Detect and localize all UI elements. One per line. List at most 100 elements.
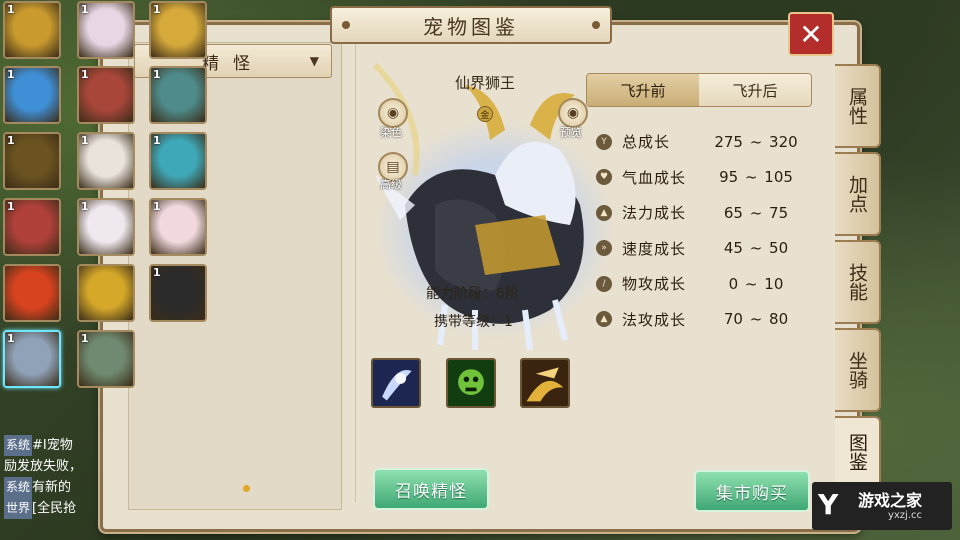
tab-label: 加点 xyxy=(846,175,868,213)
pet-slot-count: 1 xyxy=(7,134,15,147)
pet-slot[interactable] xyxy=(77,264,135,322)
pet-slot[interactable]: 1 xyxy=(77,132,135,190)
eye-icon: ◉ xyxy=(386,105,400,121)
tab-attributes[interactable]: 属性 xyxy=(835,64,881,148)
stat-value: 70 ~ 80 xyxy=(723,310,789,329)
stat-label: 物攻成长 xyxy=(622,275,687,294)
page-indicator xyxy=(243,485,250,492)
pet-slot[interactable]: 1 xyxy=(3,66,61,124)
chat-line: 世界 [全民抢 xyxy=(4,498,114,519)
pet-slot[interactable]: 1 xyxy=(149,1,207,59)
chevron-down-icon: ▼ xyxy=(309,54,319,68)
stat-row: / 物攻成长 0 ~ 10 xyxy=(596,266,816,302)
pet-info: 能力阶段：6阶 携带等级：1 xyxy=(400,280,560,336)
stat-row: ♥ 气血成长 95 ~ 105 xyxy=(596,160,816,196)
tab-skills[interactable]: 技能 xyxy=(835,240,881,324)
pet-portrait xyxy=(5,266,59,320)
tab-codex[interactable]: 图鉴 xyxy=(835,416,881,488)
pet-slot[interactable]: 1 xyxy=(77,198,135,256)
pet-slot[interactable]: 1 xyxy=(149,132,207,190)
stat-label: 总成长 xyxy=(622,133,671,152)
skill-slot[interactable] xyxy=(520,358,570,408)
ability-value: 6阶 xyxy=(496,286,519,302)
tab-after-ascension[interactable]: 飞升后 xyxy=(699,74,811,106)
pet-slot-count: 1 xyxy=(81,200,89,213)
market-buy-button[interactable]: 集市购买 xyxy=(694,470,810,512)
preview-label: 预览 xyxy=(560,126,582,139)
pet-slot-count: 1 xyxy=(81,332,89,345)
carry-value: 1 xyxy=(504,314,513,330)
pet-slot[interactable]: 1 xyxy=(149,264,207,322)
pet-slot-count: 1 xyxy=(153,68,161,81)
stat-icon: ▲ xyxy=(596,204,612,221)
tab-label: 坐骑 xyxy=(846,351,868,389)
site-url: yxzj.cc xyxy=(887,509,923,521)
grade-badge: 金 xyxy=(477,106,493,122)
pet-slot[interactable] xyxy=(3,264,61,322)
pet-slot[interactable]: 1 xyxy=(77,66,135,124)
bio-label: 高级 xyxy=(380,178,402,191)
tab-points[interactable]: 加点 xyxy=(835,152,881,236)
pet-slot-count: 1 xyxy=(153,266,161,279)
stat-icon: ▲ xyxy=(596,311,612,328)
pet-slot-count: 1 xyxy=(7,200,15,213)
chat-log[interactable]: 系统 #I宠物 励发放失败， 系统 有新的 世界 [全民抢 xyxy=(4,435,114,519)
pet-slot-count: 1 xyxy=(7,68,15,81)
pet-slot[interactable]: 1 xyxy=(3,198,61,256)
stat-value: 45 ~ 50 xyxy=(723,239,789,258)
close-button[interactable]: ✕ xyxy=(788,12,834,56)
stat-icon: / xyxy=(596,275,612,292)
panel-title: 宠物图鉴 xyxy=(330,6,612,44)
ascension-tabs: 飞升前 飞升后 xyxy=(586,73,812,107)
carry-label: 携带等级： xyxy=(434,314,504,330)
chat-line: 系统 有新的 xyxy=(4,477,114,498)
pet-slot-count: 1 xyxy=(7,332,15,345)
pet-slot-count: 1 xyxy=(81,3,89,16)
summon-button[interactable]: 召唤精怪 xyxy=(373,468,489,510)
stat-row: Y 总成长 275 ~ 320 xyxy=(596,124,816,160)
site-watermark: Y 游戏之家 yxzj.cc xyxy=(812,482,952,530)
site-name: 游戏之家 xyxy=(858,490,923,510)
pet-slot-count: 1 xyxy=(81,134,89,147)
skill-slot[interactable] xyxy=(371,358,421,408)
tab-label: 图鉴 xyxy=(846,433,868,471)
tab-mount[interactable]: 坐骑 xyxy=(835,328,881,412)
pet-slot-count: 1 xyxy=(81,68,89,81)
stat-icon: Y xyxy=(596,133,612,150)
pet-slot[interactable]: 1 xyxy=(3,1,61,59)
stat-label: 速度成长 xyxy=(622,239,687,258)
pet-portrait xyxy=(79,266,133,320)
category-selected: 精怪 xyxy=(202,53,264,74)
pet-name: 仙界狮王 xyxy=(454,74,515,92)
ability-label: 能力阶段： xyxy=(426,286,496,302)
pet-slot[interactable]: 1 xyxy=(3,132,61,190)
stat-row: ▲ 法力成长 65 ~ 75 xyxy=(596,195,816,231)
stat-label: 气血成长 xyxy=(622,168,687,187)
stat-row: » 速度成长 45 ~ 50 xyxy=(596,231,816,267)
stat-label: 法攻成长 xyxy=(622,310,687,329)
pet-slot[interactable]: 1 xyxy=(3,330,61,388)
pet-slot[interactable]: 1 xyxy=(77,330,135,388)
growth-stats: Y 总成长 275 ~ 320 ♥ 气血成长 95 ~ 105 ▲ 法力成长 65 ~ 75 » 速… xyxy=(596,124,816,337)
stat-icon: ♥ xyxy=(596,169,612,186)
pet-slot[interactable]: 1 xyxy=(149,198,207,256)
scroll-icon: ▤ xyxy=(386,159,400,175)
dye-label: 染色 xyxy=(380,126,402,139)
chat-line: 励发放失败， xyxy=(4,459,83,474)
pet-slot[interactable]: 1 xyxy=(149,66,207,124)
site-logo: Y xyxy=(818,488,839,521)
close-icon: ✕ xyxy=(799,17,823,51)
pet-slot-count: 1 xyxy=(153,200,161,213)
pet-slot-count: 1 xyxy=(153,3,161,16)
stat-value: 65 ~ 75 xyxy=(723,203,789,222)
eye-icon: ◉ xyxy=(566,105,580,121)
tab-label: 技能 xyxy=(846,263,868,301)
stat-value: 95 ~ 105 xyxy=(719,168,793,187)
tab-label: 属性 xyxy=(846,87,868,125)
stat-icon: » xyxy=(596,240,612,257)
pet-slot[interactable]: 1 xyxy=(77,1,135,59)
stat-value: 0 ~ 10 xyxy=(728,274,784,293)
tab-before-ascension[interactable]: 飞升前 xyxy=(587,74,699,106)
chat-line: 系统 #I宠物 xyxy=(4,435,114,456)
skill-slot[interactable] xyxy=(446,358,496,408)
